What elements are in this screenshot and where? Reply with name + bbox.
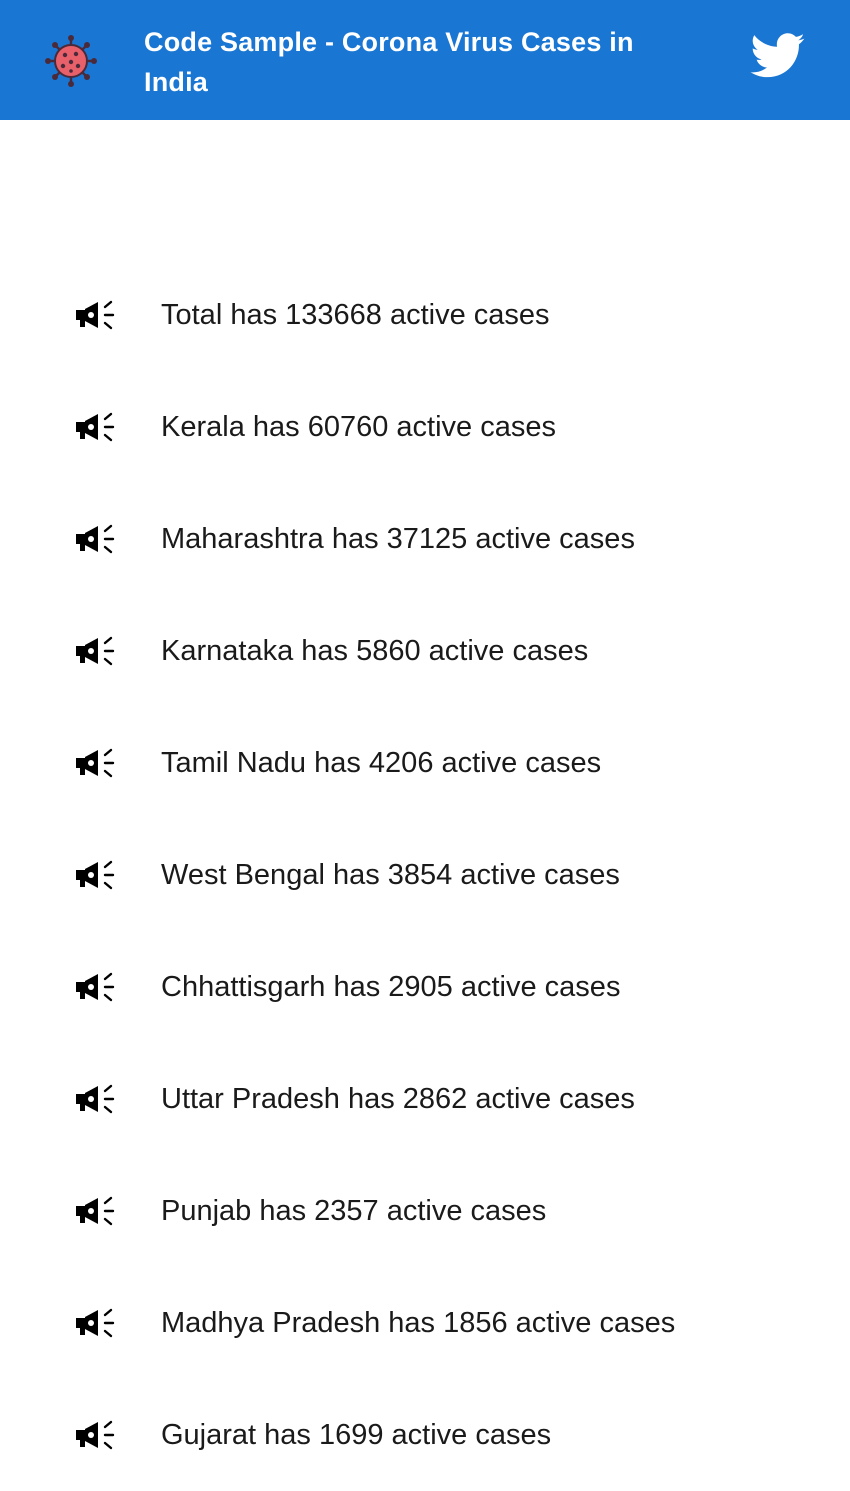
page-title: Code Sample - Corona Virus Cases in Indi…: [144, 27, 634, 97]
megaphone-icon: [76, 1084, 115, 1114]
case-text: Karnataka has 5860 active cases: [161, 635, 589, 667]
list-item: Tamil Nadu has 4206 active cases: [0, 707, 850, 819]
case-text: West Bengal has 3854 active cases: [161, 859, 620, 891]
list-item: Gujarat has 1699 active cases: [0, 1379, 850, 1491]
megaphone-icon: [76, 972, 115, 1002]
list-item: Maharashtra has 37125 active cases: [0, 483, 850, 595]
app-bar: Code Sample - Corona Virus Cases in Indi…: [0, 0, 850, 120]
case-text: Maharashtra has 37125 active cases: [161, 523, 635, 555]
case-text: Kerala has 60760 active cases: [161, 411, 556, 443]
megaphone-icon: [76, 1308, 115, 1338]
case-text: Punjab has 2357 active cases: [161, 1195, 547, 1227]
twitter-icon[interactable]: [750, 33, 806, 79]
list-item: Punjab has 2357 active cases: [0, 1155, 850, 1267]
megaphone-icon: [76, 860, 115, 890]
megaphone-icon: [76, 412, 115, 442]
megaphone-icon: [76, 1196, 115, 1226]
megaphone-icon: [76, 300, 115, 330]
case-list: Total has 133668 active cases Kerala has…: [0, 259, 850, 1491]
list-item: Madhya Pradesh has 1856 active cases: [0, 1267, 850, 1379]
list-item: Kerala has 60760 active cases: [0, 371, 850, 483]
case-text: Chhattisgarh has 2905 active cases: [161, 971, 621, 1003]
megaphone-icon: [76, 524, 115, 554]
list-item: West Bengal has 3854 active cases: [0, 819, 850, 931]
list-item: Karnataka has 5860 active cases: [0, 595, 850, 707]
case-text: Total has 133668 active cases: [161, 299, 550, 331]
megaphone-icon: [76, 748, 115, 778]
case-text: Tamil Nadu has 4206 active cases: [161, 747, 602, 779]
case-text: Uttar Pradesh has 2862 active cases: [161, 1083, 635, 1115]
megaphone-icon: [76, 1420, 115, 1450]
case-text: Madhya Pradesh has 1856 active cases: [161, 1307, 676, 1339]
list-item: Chhattisgarh has 2905 active cases: [0, 931, 850, 1043]
list-item: Total has 133668 active cases: [0, 259, 850, 371]
case-text: Gujarat has 1699 active cases: [161, 1419, 552, 1451]
coronavirus-icon: [45, 35, 97, 87]
megaphone-icon: [76, 636, 115, 666]
list-item: Uttar Pradesh has 2862 active cases: [0, 1043, 850, 1155]
